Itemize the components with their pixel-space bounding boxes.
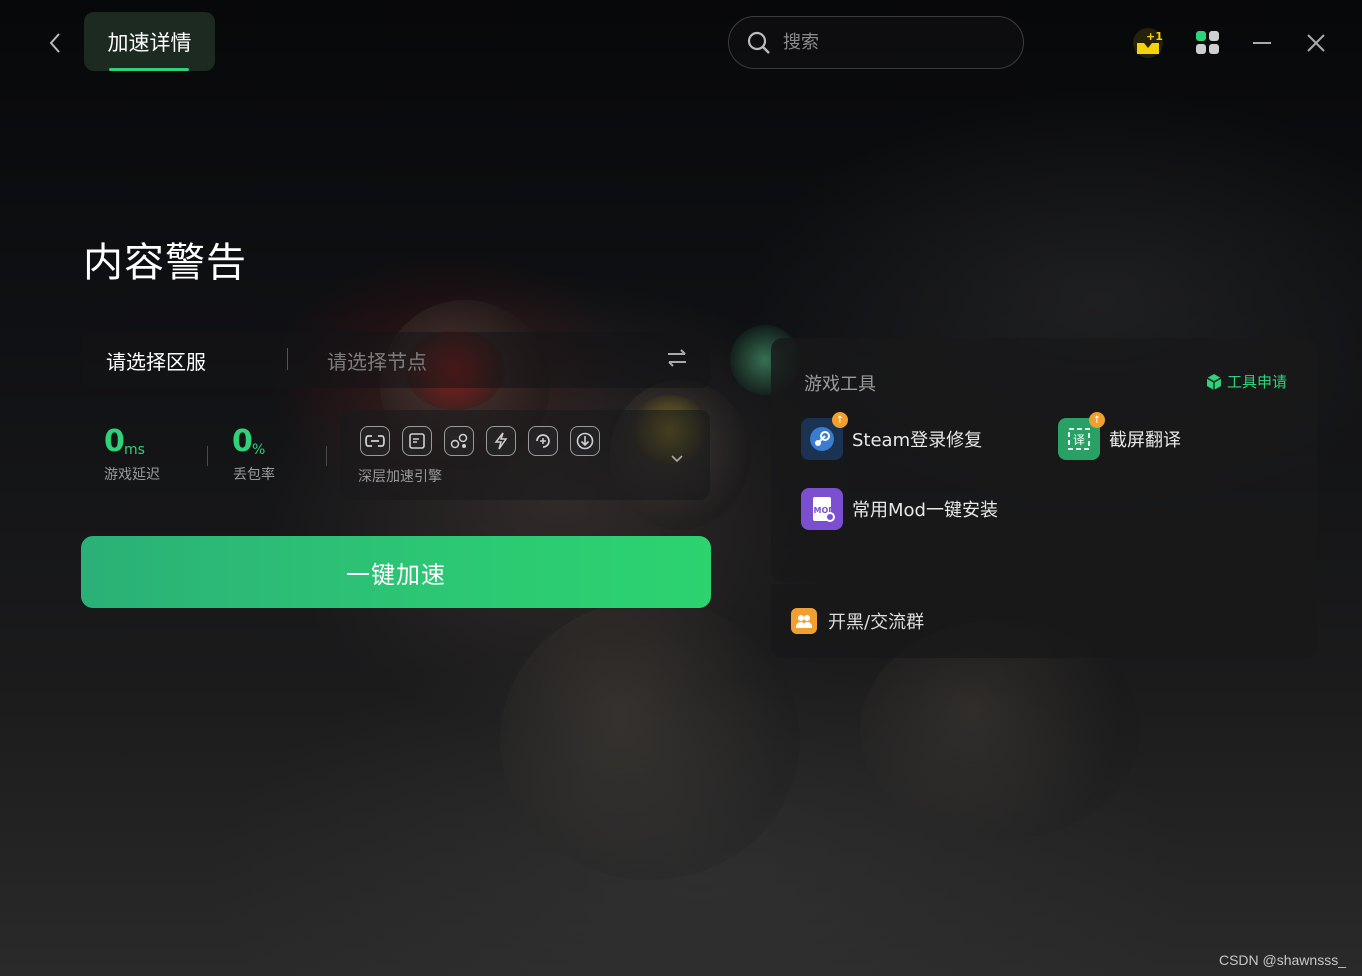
apps-button[interactable] (1190, 25, 1226, 61)
packet-loss-value: 0 (232, 424, 253, 459)
selector-divider (287, 348, 288, 370)
group-chat-label: 开黑/交流群 (828, 612, 925, 633)
latency-value: 0 (104, 424, 125, 459)
stat-divider (326, 446, 327, 466)
watermark: CSDN @shawnsss_ (1218, 952, 1346, 968)
packet-loss-label: 丢包率 (233, 467, 275, 483)
svg-text:+1: +1 (1146, 30, 1163, 43)
stat-divider (207, 446, 208, 466)
gift-box-icon: +1 (1133, 28, 1163, 58)
game-title: 内容警告 (83, 240, 247, 286)
latency-unit: ms (124, 442, 145, 458)
network-icon[interactable] (444, 426, 474, 456)
steam-icon: ↑ (801, 412, 848, 460)
tool-label: 截屏翻译 (1109, 430, 1181, 451)
search-input[interactable] (781, 31, 1005, 54)
link-icon[interactable] (360, 426, 390, 456)
engine-label: 深层加速引擎 (358, 469, 442, 485)
update-badge-icon: ↑ (832, 412, 848, 428)
close-button[interactable] (1298, 25, 1334, 61)
cube-icon (1206, 373, 1222, 390)
search-icon (747, 31, 770, 54)
minimize-icon (1253, 42, 1271, 44)
server-selector: 请选择区服 请选择节点 (82, 332, 710, 388)
lightning-icon[interactable] (486, 426, 516, 456)
tool-label: Steam登录修复 (852, 430, 983, 451)
tab-underline (109, 68, 189, 71)
accelerate-label: 一键加速 (346, 560, 446, 589)
back-button[interactable] (40, 28, 70, 58)
refresh-icon[interactable] (528, 426, 558, 456)
svg-text:译: 译 (1073, 433, 1085, 447)
search-box[interactable] (728, 16, 1024, 69)
tool-label: 常用Mod一键安装 (852, 500, 998, 521)
close-icon (1307, 34, 1325, 52)
packet-loss-unit: % (252, 442, 266, 458)
node-select[interactable]: 请选择节点 (327, 346, 427, 375)
tools-apply-link[interactable]: 工具申请 (1205, 371, 1287, 392)
screen-icon[interactable] (402, 426, 432, 456)
group-chat-panel: 开黑/交流群 (771, 584, 1317, 658)
figure-shape (500, 600, 800, 880)
group-chat-link[interactable]: 开黑/交流群 (791, 608, 924, 634)
minimize-button[interactable] (1244, 25, 1280, 61)
swap-icon[interactable] (666, 348, 688, 372)
game-tools-panel: 游戏工具 工具申请 ↑ Steam登录修复 译 ↑ 截屏翻译 MOD 常用Mod… (771, 338, 1317, 582)
mod-icon: MOD (801, 488, 843, 530)
group-icon (791, 608, 817, 634)
tool-mod-install[interactable]: MOD 常用Mod一键安装 (801, 488, 998, 530)
tools-apply-label: 工具申请 (1226, 373, 1287, 391)
download-icon[interactable] (570, 426, 600, 456)
tab-label: 加速详情 (107, 30, 192, 55)
notification-button[interactable]: +1 (1130, 25, 1166, 61)
translate-icon: 译 ↑ (1058, 412, 1105, 460)
chevron-down-icon[interactable] (670, 448, 684, 467)
accelerate-button[interactable]: 一键加速 (81, 536, 711, 608)
deep-engine-panel: 深层加速引擎 (340, 410, 710, 500)
latency-label: 游戏延迟 (104, 467, 160, 483)
update-badge-icon: ↑ (1089, 412, 1105, 428)
tool-steam-fix[interactable]: ↑ Steam登录修复 (801, 412, 983, 460)
grid-icon (1196, 31, 1219, 54)
tool-screenshot-translate[interactable]: 译 ↑ 截屏翻译 (1058, 412, 1181, 460)
chevron-left-icon (49, 33, 60, 53)
tab-acceleration-details[interactable]: 加速详情 (84, 12, 215, 71)
tools-title: 游戏工具 (804, 374, 876, 395)
region-select[interactable]: 请选择区服 (106, 346, 206, 375)
